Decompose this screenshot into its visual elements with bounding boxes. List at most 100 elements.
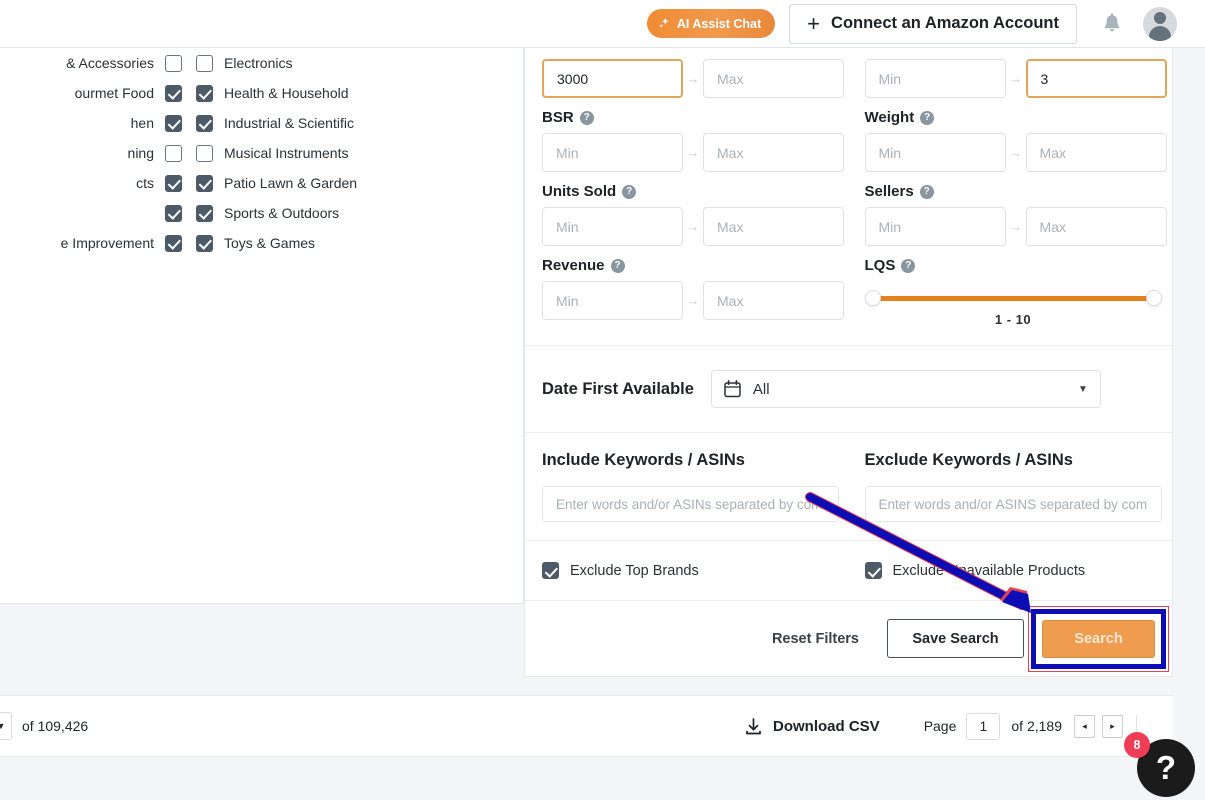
category-item-right-4[interactable]: Patio Lawn & Garden xyxy=(196,168,516,198)
reviews-min-input[interactable] xyxy=(864,59,1006,98)
units-sold-min-input[interactable] xyxy=(542,207,683,246)
reset-filters-button[interactable]: Reset Filters xyxy=(772,631,859,647)
weight-group: Weight ? → xyxy=(849,98,1167,172)
exclude-unavailable-products-label: Exclude Unavailable Products xyxy=(892,562,1086,579)
checkbox-icon xyxy=(196,234,213,252)
checkbox-icon xyxy=(196,84,213,102)
sellers-min-input[interactable] xyxy=(864,207,1006,246)
category-item-right-1[interactable]: Health & Household xyxy=(196,78,516,108)
category-item-right-label: Musical Instruments xyxy=(224,145,349,161)
previous-page-button[interactable]: ◂ xyxy=(1074,714,1095,738)
weight-min-input[interactable] xyxy=(864,133,1006,172)
category-item-right-0[interactable]: Electronics xyxy=(196,48,516,78)
checkbox-icon xyxy=(196,144,213,162)
include-keywords-input[interactable] xyxy=(542,486,839,522)
bsr-min-input[interactable] xyxy=(542,133,683,172)
category-item-left-1[interactable]: ourmet Food xyxy=(0,78,182,108)
page-size-select[interactable]: ▼ xyxy=(0,712,12,740)
lqs-slider-max-handle[interactable] xyxy=(1145,290,1162,306)
include-keywords-title: Include Keywords / ASINs xyxy=(542,451,745,469)
page-label: Page xyxy=(923,718,957,734)
category-item-left-4[interactable]: cts xyxy=(0,168,182,198)
category-item-left-0[interactable]: & Accessories xyxy=(0,48,182,78)
keywords-asins-section: Include Keywords / ASINs Exclude Keyword… xyxy=(525,433,1172,541)
product-filter-panel: → → BSR ? xyxy=(524,48,1173,677)
range-arrow-icon: → xyxy=(686,293,700,308)
lqs-slider-track[interactable] xyxy=(864,290,1162,306)
date-first-available-select[interactable]: All ▼ xyxy=(710,370,1101,408)
lqs-label-row: LQS ? xyxy=(865,257,1156,274)
search-button-wrapper: Search xyxy=(1028,605,1169,672)
user-avatar-button[interactable] xyxy=(1143,6,1177,41)
checkbox-icon xyxy=(165,114,182,132)
sellers-max-input[interactable] xyxy=(1025,207,1167,246)
category-item-left-label: hen xyxy=(130,115,154,131)
category-item-left-2[interactable]: hen xyxy=(0,108,182,138)
exclude-top-brands-group: Exclude Top Brands xyxy=(542,562,849,579)
ai-assist-chat-button[interactable]: AI Assist Chat xyxy=(646,9,776,38)
total-results-label: of 109,426 xyxy=(22,718,89,734)
price-max-input[interactable] xyxy=(703,59,844,98)
page-total-label: of 2,189 xyxy=(1011,718,1062,734)
download-csv-button[interactable]: Download CSV xyxy=(744,717,880,736)
range-arrow-icon: → xyxy=(686,219,700,234)
bsr-max-input[interactable] xyxy=(703,133,844,172)
sellers-help-icon[interactable]: ? xyxy=(919,184,934,199)
checkbox-icon xyxy=(165,234,182,252)
category-item-right-3[interactable]: Musical Instruments xyxy=(196,138,516,168)
lqs-help-icon[interactable]: ? xyxy=(901,258,916,273)
exclude-unavailable-group: Exclude Unavailable Products xyxy=(849,562,1156,579)
top-navigation-bar: AI Assist Chat + Connect an Amazon Accou… xyxy=(0,0,1205,48)
page-number-input[interactable] xyxy=(966,712,1001,740)
weight-label: Weight xyxy=(864,109,915,126)
metrics-filters-section: → → BSR ? xyxy=(525,48,1172,346)
notifications-bell-button[interactable] xyxy=(1101,12,1123,36)
bsr-weight-row: BSR ? → Weight ? xyxy=(542,98,1167,172)
lqs-slider[interactable]: 1 - 10 xyxy=(864,281,1162,327)
category-item-right-6[interactable]: Toys & Games xyxy=(196,228,516,258)
category-item-left-label: ourmet Food xyxy=(74,85,154,101)
price-min-input[interactable] xyxy=(542,59,683,98)
exclude-top-brands-checkbox[interactable]: Exclude Top Brands xyxy=(542,562,849,579)
range-arrow-icon: → xyxy=(1009,145,1022,160)
date-first-available-label: Date First Available xyxy=(542,379,694,398)
exclude-unavailable-products-checkbox[interactable]: Exclude Unavailable Products xyxy=(864,562,1156,579)
category-item-right-label: Sports & Outdoors xyxy=(224,205,340,221)
download-csv-label: Download CSV xyxy=(773,717,880,735)
next-page-button[interactable]: ▸ xyxy=(1102,714,1123,738)
exclude-keywords-input[interactable] xyxy=(864,486,1162,522)
units-sold-label-row: Units Sold ? xyxy=(542,183,849,200)
category-item-left-3[interactable]: ning xyxy=(0,138,182,168)
checkbox-icon xyxy=(542,562,559,579)
weight-help-icon[interactable]: ? xyxy=(920,110,935,125)
category-item-right-5[interactable]: Sports & Outdoors xyxy=(196,198,516,228)
checkbox-icon xyxy=(165,144,182,162)
save-search-button[interactable]: Save Search xyxy=(887,619,1024,658)
revenue-min-input[interactable] xyxy=(542,281,683,320)
sellers-label: Sellers xyxy=(864,183,914,200)
revenue-max-input[interactable] xyxy=(703,281,844,320)
top-range-row: → → xyxy=(542,59,1167,98)
category-item-right-label: Patio Lawn & Garden xyxy=(224,175,358,191)
range-arrow-icon: → xyxy=(1009,219,1022,234)
category-item-left-6[interactable]: e Improvement xyxy=(0,228,182,258)
units-sold-max-input[interactable] xyxy=(703,207,844,246)
lqs-range-value: 1 - 10 xyxy=(994,312,1032,327)
footer-controls-group: Download CSV Page of 2,189 ◂ ▸ xyxy=(744,712,1147,740)
category-item-right-2[interactable]: Industrial & Scientific xyxy=(196,108,516,138)
sellers-group: Sellers ? → xyxy=(849,172,1167,246)
bsr-help-icon[interactable]: ? xyxy=(579,110,594,125)
category-column-left: & Accessories ourmet Food hen ning cts e Impr… xyxy=(0,48,182,258)
units-sold-group: Units Sold ? → xyxy=(542,172,849,246)
revenue-help-icon[interactable]: ? xyxy=(610,258,625,273)
search-button[interactable]: Search xyxy=(1042,619,1155,658)
units-sold-help-icon[interactable]: ? xyxy=(622,184,637,199)
weight-max-input[interactable] xyxy=(1025,133,1167,172)
connect-amazon-account-button[interactable]: + Connect an Amazon Account xyxy=(789,3,1077,44)
category-column-right: Electronics Health & Household Industrial … xyxy=(196,48,516,258)
checkbox-icon xyxy=(165,204,182,222)
category-item-left-5[interactable] xyxy=(0,198,182,228)
category-item-right-label: Industrial & Scientific xyxy=(224,115,354,131)
lqs-slider-min-handle[interactable] xyxy=(864,290,881,306)
reviews-max-input[interactable] xyxy=(1025,59,1167,98)
